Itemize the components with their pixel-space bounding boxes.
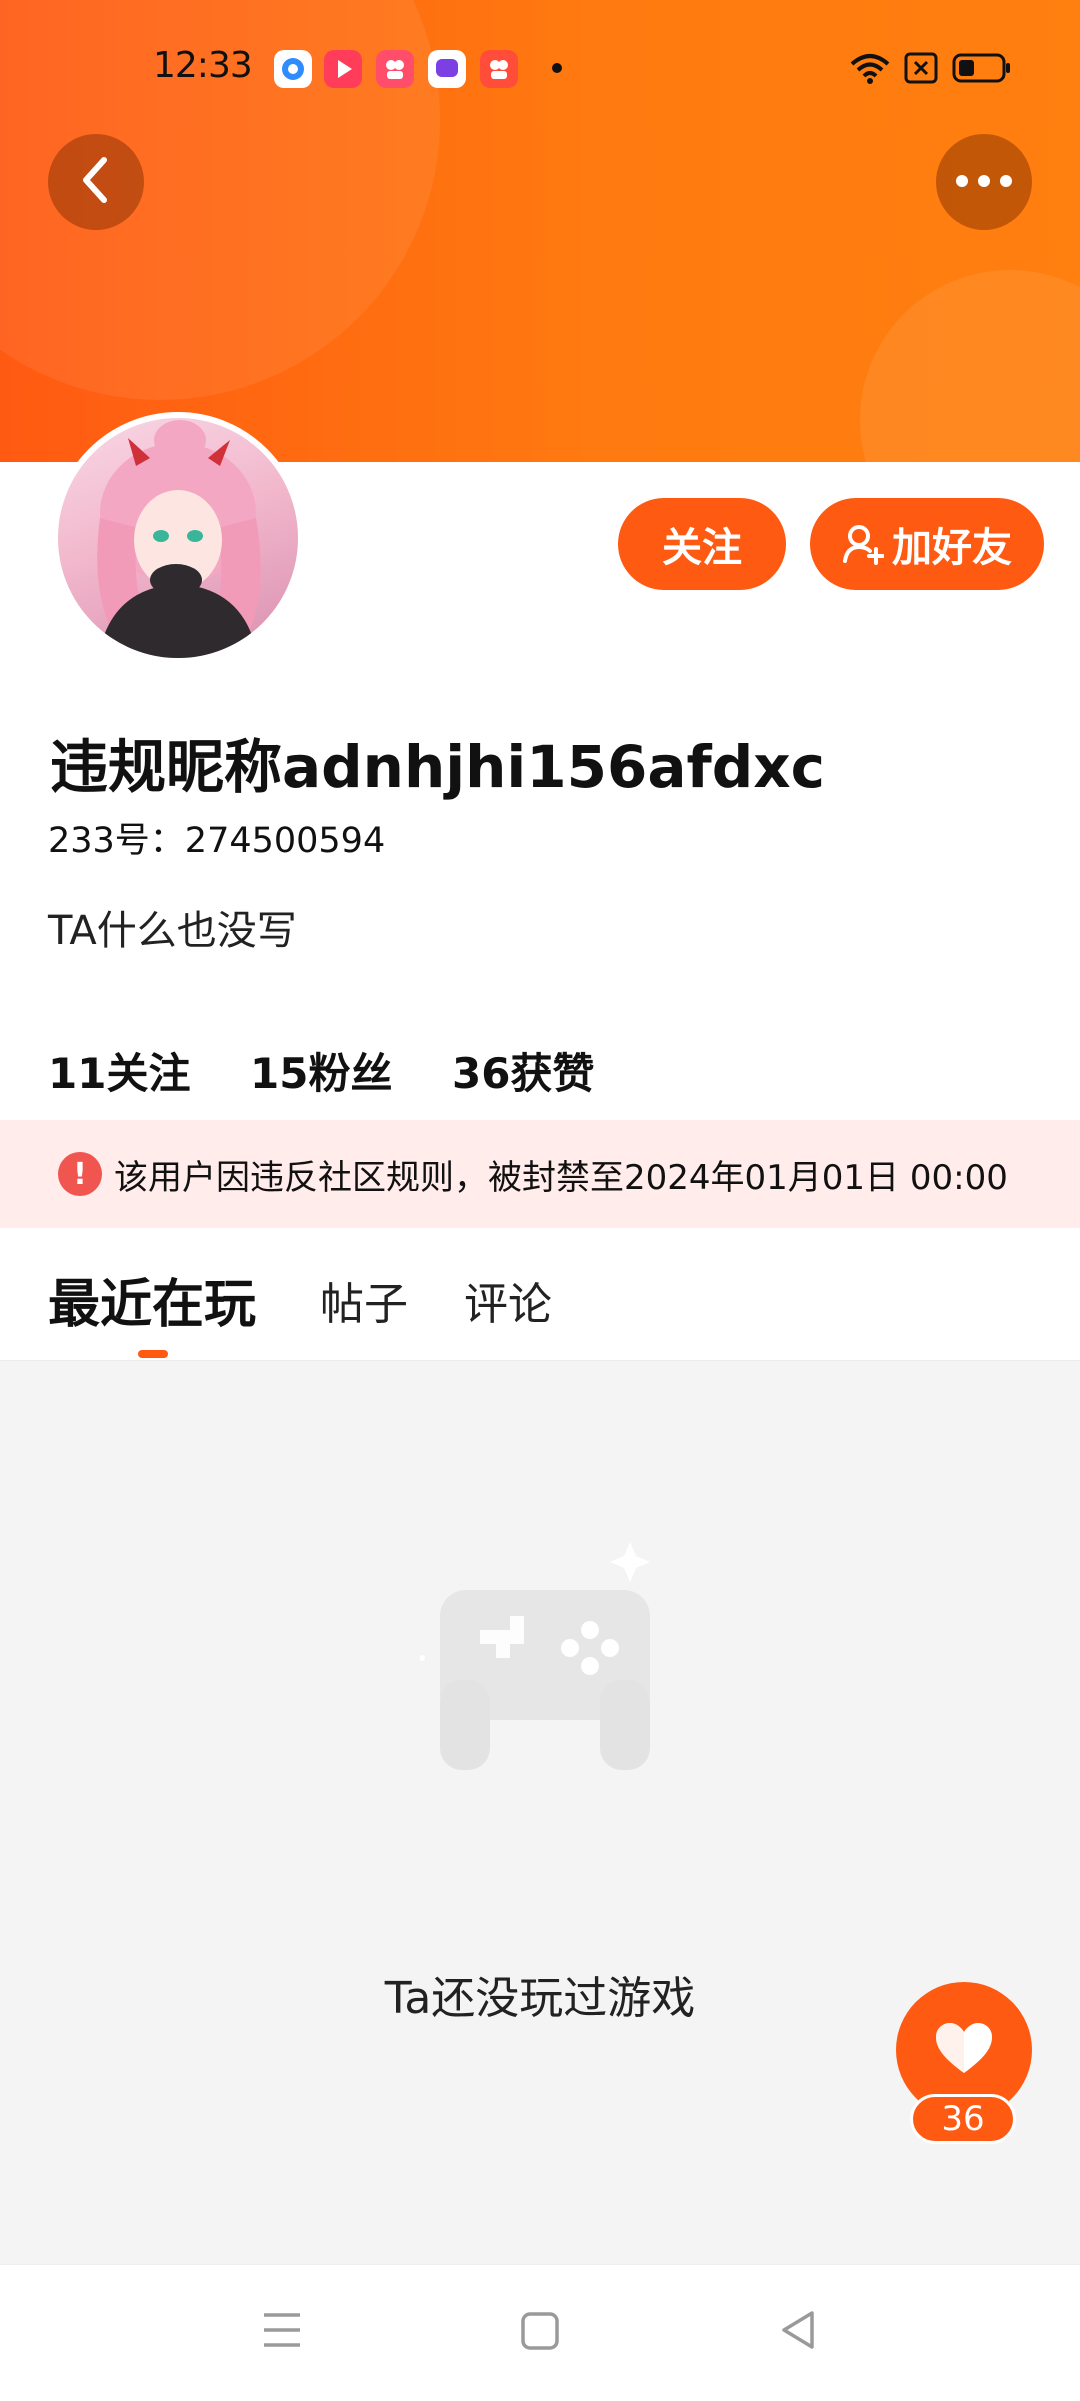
community-app-icon <box>376 50 414 88</box>
status-time: 12:33 <box>153 45 253 86</box>
sim-error-icon <box>904 52 938 88</box>
add-friend-button-label: 加好友 <box>892 525 1012 571</box>
notification-dot <box>552 63 562 73</box>
follow-button[interactable]: 关注 <box>618 498 786 590</box>
video-app-icon <box>324 50 362 88</box>
back-nav-icon[interactable] <box>778 2309 818 2355</box>
gamepad-icon <box>419 1530 670 1790</box>
profile-tabs: 最近在玩 帖子 评论 <box>0 1228 1080 1361</box>
profile-name: 违规昵称adnhjhi156afdxc <box>50 733 826 801</box>
warning-icon: ! <box>58 1152 102 1196</box>
add-friend-button[interactable]: 加好友 <box>810 498 1044 590</box>
stat-following[interactable]: 11关注 <box>48 1040 190 1101</box>
heart-icon <box>934 2021 994 2079</box>
stat-value: 11 <box>48 1049 107 1098</box>
tab-posts[interactable]: 帖子 <box>320 1268 408 1332</box>
tab-comments[interactable]: 评论 <box>464 1268 552 1332</box>
ban-notice: ! 该用户因违反社区规则，被封禁至2024年01月01日 00:00 <box>0 1120 1080 1228</box>
more-horizontal-icon <box>954 173 1014 192</box>
chevron-left-icon <box>76 156 116 208</box>
stat-likes[interactable]: 36获赞 <box>452 1040 594 1101</box>
stat-label: 粉丝 <box>308 1049 393 1098</box>
stat-label: 关注 <box>106 1049 191 1098</box>
status-bar: 12:33 <box>0 0 1080 140</box>
community-app-icon-2 <box>480 50 518 88</box>
follow-button-label: 关注 <box>662 525 742 571</box>
home-icon[interactable] <box>520 2311 560 2355</box>
more-options-button[interactable] <box>936 134 1032 230</box>
active-tab-indicator <box>138 1350 168 1358</box>
tab-recently-played[interactable]: 最近在玩 <box>48 1262 256 1337</box>
message-app-icon <box>428 50 466 88</box>
menu-icon[interactable] <box>262 2311 302 2353</box>
banner-decoration <box>860 270 1080 462</box>
stat-value: 15 <box>250 1049 309 1098</box>
system-navigation-bar <box>0 2264 1080 2401</box>
profile-bio: TA什么也没写 <box>48 908 297 954</box>
like-count-badge: 36 <box>910 2094 1016 2144</box>
back-button[interactable] <box>48 134 144 230</box>
add-user-icon <box>842 523 884 565</box>
battery-icon <box>952 52 1012 88</box>
avatar[interactable] <box>52 412 304 664</box>
profile-id[interactable]: 233号：274500594 <box>48 812 385 863</box>
stat-followers[interactable]: 15粉丝 <box>250 1040 392 1101</box>
ban-notice-text: 该用户因违反社区规则，被封禁至2024年01月01日 00:00 <box>114 1157 1008 1198</box>
stat-value: 36 <box>452 1049 511 1098</box>
wifi-icon <box>850 52 890 90</box>
stat-label: 获赞 <box>510 1049 595 1098</box>
browser-app-icon <box>274 50 312 88</box>
